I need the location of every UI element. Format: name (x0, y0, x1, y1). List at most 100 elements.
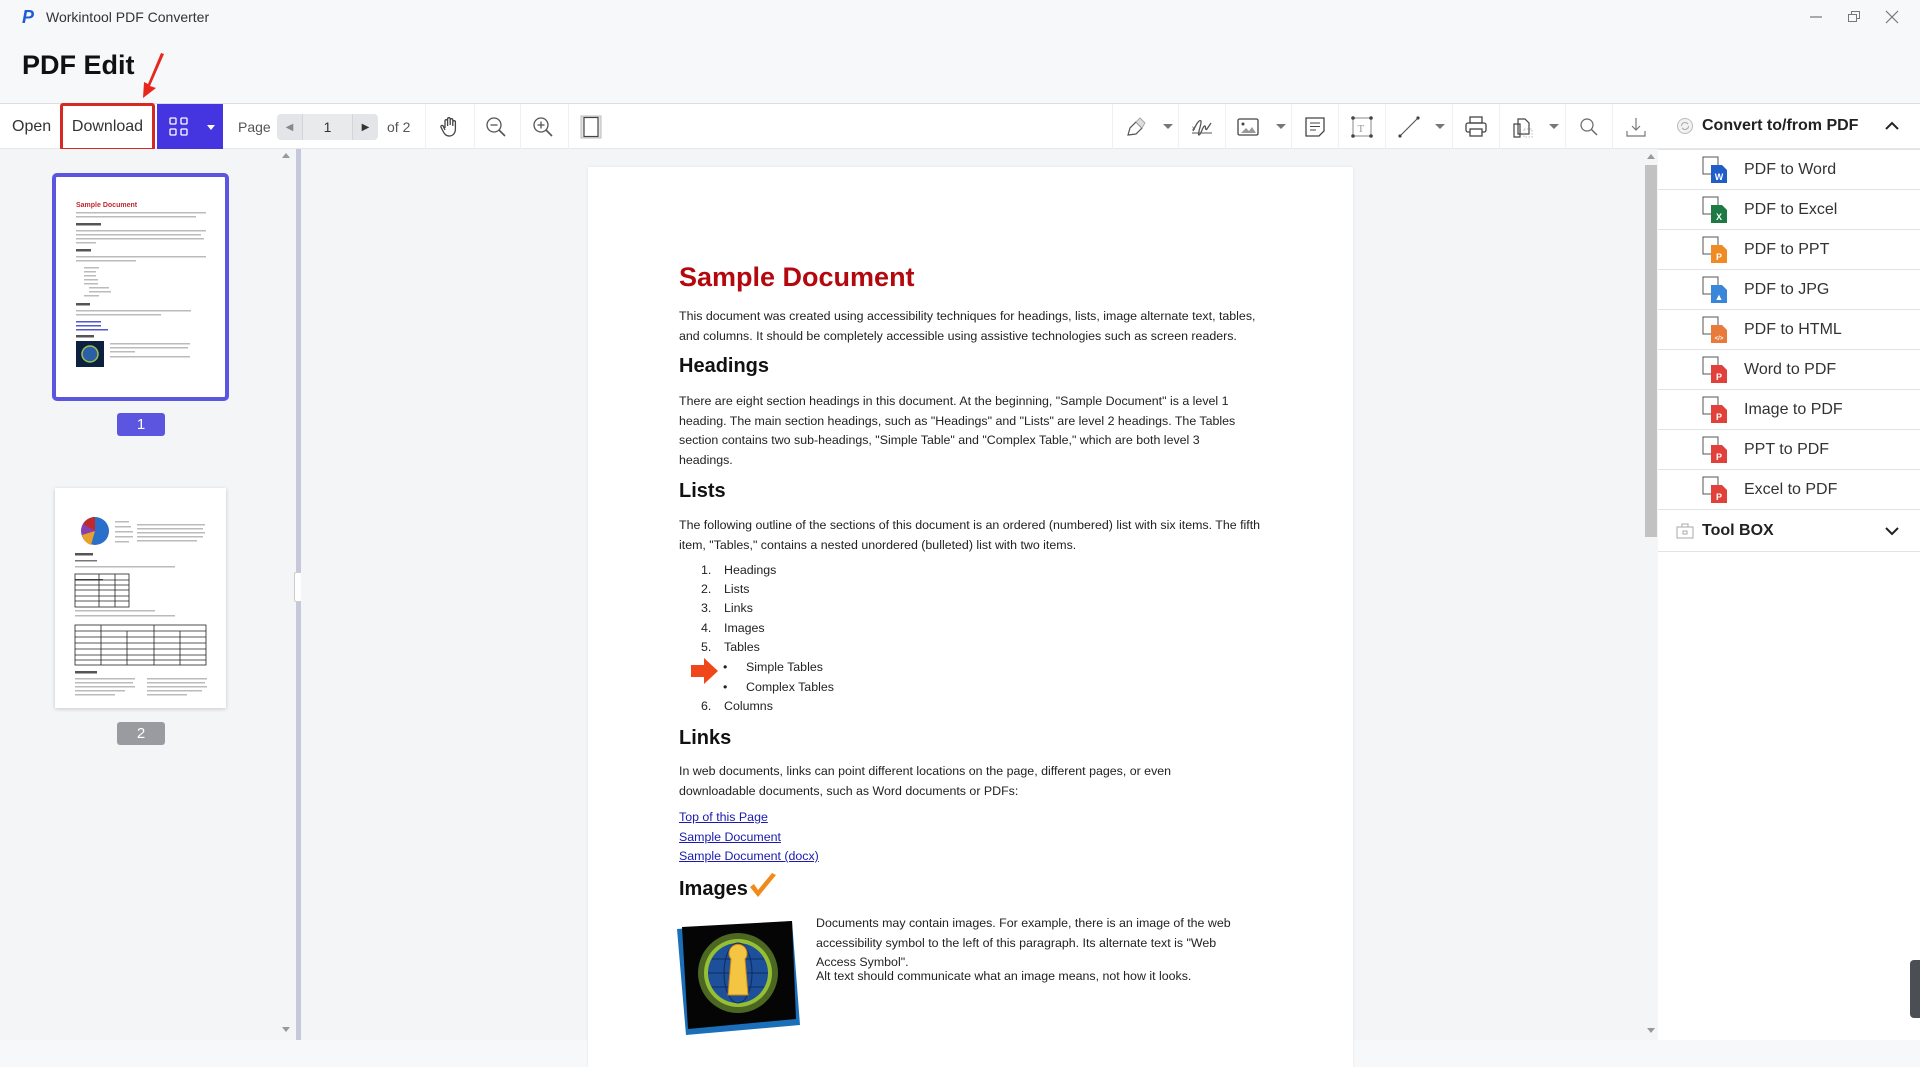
extract-pages-dropdown-icon[interactable] (1549, 124, 1559, 129)
link-sample-document-docx[interactable]: Sample Document (docx) (679, 849, 819, 863)
list-item-number: 5. (701, 640, 712, 654)
document-scrollbar-thumb[interactable] (1645, 165, 1657, 537)
link-sample-document[interactable]: Sample Document (679, 830, 781, 844)
view-mode-button[interactable] (157, 104, 223, 150)
annotation-arrow-icon (143, 53, 164, 98)
document-title: Sample Document (679, 262, 915, 292)
bullet-icon: • (723, 680, 728, 694)
intro-paragraph: This document was created using accessib… (679, 309, 1256, 343)
grid-icon (169, 117, 188, 136)
bullet-icon: • (723, 660, 728, 674)
word-to-pdf-icon: P (1702, 356, 1727, 383)
convert-item[interactable]: P Word to PDF (1658, 350, 1920, 390)
sidebar-scrollbar[interactable] (280, 149, 292, 1040)
convert-item-label: PDF to Word (1744, 160, 1837, 178)
title-bar: P Workintool PDF Converter (0, 0, 1920, 34)
page-thumbnail-2[interactable] (55, 488, 226, 708)
convert-item[interactable]: </> PDF to HTML (1658, 310, 1920, 350)
annotation-arrow-right-icon (691, 658, 718, 684)
pdf-to-html-icon: </> (1702, 316, 1727, 343)
scroll-down-icon[interactable] (282, 1027, 290, 1032)
zoom-in-icon[interactable] (531, 115, 555, 139)
scroll-down-icon[interactable] (1647, 1028, 1655, 1033)
section-heading-lists: Lists (679, 480, 726, 502)
convert-item-label: Excel to PDF (1744, 480, 1838, 498)
list-item-number: 1. (701, 563, 712, 577)
toolbar: Open Download Page ◀ ▶ of 2 x T (0, 103, 1920, 151)
ppt-to-pdf-icon: P (1702, 436, 1727, 463)
convert-item-label: PDF to HTML (1744, 320, 1842, 338)
page-badge-2[interactable]: 2 (117, 722, 165, 745)
page-badge-1[interactable]: 1 (117, 413, 165, 436)
convert-item-label: Word to PDF (1744, 360, 1837, 378)
link-top-of-page[interactable]: Top of this Page (679, 810, 768, 824)
pdf-page: Sample Document This document was create… (588, 167, 1353, 1067)
open-button[interactable]: Open (12, 104, 51, 150)
extract-pages-icon[interactable] (1510, 115, 1534, 139)
svg-text:x: x (1192, 126, 1195, 132)
zoom-out-icon[interactable] (484, 115, 508, 139)
comment-icon[interactable] (1303, 115, 1327, 139)
next-page-button[interactable]: ▶ (353, 114, 378, 140)
single-page-view-icon[interactable] (579, 115, 603, 139)
image-to-pdf-icon: P (1702, 396, 1727, 423)
view-mode-caret-icon[interactable] (207, 125, 215, 130)
headings-paragraph: There are eight section headings in this… (679, 394, 1236, 467)
highlight-icon[interactable] (1124, 115, 1148, 139)
hand-tool-icon[interactable] (438, 115, 462, 139)
convert-item[interactable]: X PDF to Excel (1658, 190, 1920, 230)
prev-page-button[interactable]: ◀ (277, 114, 302, 140)
line-tool-dropdown-icon[interactable] (1435, 124, 1445, 129)
signature-icon[interactable]: x (1190, 115, 1214, 139)
convert-item[interactable]: P Image to PDF (1658, 390, 1920, 430)
convert-item[interactable]: P PDF to PPT (1658, 230, 1920, 270)
page-label: Page (238, 119, 271, 135)
svg-text:</>: </> (1715, 336, 1724, 342)
toolbox-section-header[interactable]: Tool BOX (1658, 510, 1920, 552)
pdf-to-word-icon: W (1702, 156, 1727, 183)
text-box-icon[interactable]: T (1350, 115, 1374, 139)
list-item-number: 3. (701, 601, 712, 615)
page-thumbnail-1[interactable]: Sample Document (52, 173, 229, 401)
restore-button[interactable] (1834, 4, 1874, 30)
nested-list-item: Simple Tables (746, 660, 823, 674)
search-icon[interactable] (1577, 115, 1601, 139)
links-paragraph: In web documents, links can point differ… (679, 764, 1172, 798)
web-access-symbol-image (677, 921, 800, 1035)
thumbnail-title: Sample Document (76, 202, 138, 209)
restore-icon (1848, 11, 1860, 22)
chevron-down-icon[interactable] (1884, 526, 1900, 536)
close-button[interactable] (1872, 4, 1912, 30)
convert-item[interactable]: P PPT to PDF (1658, 430, 1920, 470)
section-heading-links: Links (679, 727, 732, 749)
thumbnail-preview (74, 517, 207, 696)
svg-text:T: T (1358, 123, 1365, 135)
convert-item[interactable]: P Excel to PDF (1658, 470, 1920, 510)
svg-text:P: P (1716, 452, 1722, 462)
highlight-dropdown-icon[interactable] (1163, 124, 1173, 129)
app-title: Workintool PDF Converter (46, 9, 210, 25)
page-title: PDF Edit (22, 50, 135, 80)
page-number-input[interactable] (302, 114, 353, 140)
svg-text:▲: ▲ (1715, 292, 1724, 302)
svg-text:P: P (1716, 412, 1722, 422)
scroll-up-icon[interactable] (1647, 154, 1655, 159)
insert-image-icon[interactable] (1236, 115, 1260, 139)
convert-item-label: PDF to Excel (1744, 200, 1838, 218)
convert-item[interactable]: ▲ PDF to JPG (1658, 270, 1920, 310)
download-button[interactable]: Download (60, 103, 155, 151)
line-tool-icon[interactable] (1397, 115, 1421, 139)
pdf-to-excel-icon: X (1702, 196, 1727, 223)
svg-text:W: W (1715, 172, 1724, 182)
convert-item[interactable]: W PDF to Word (1658, 150, 1920, 190)
convert-section-title: Convert to/from PDF (1702, 117, 1859, 134)
insert-image-dropdown-icon[interactable] (1276, 124, 1286, 129)
print-icon[interactable] (1464, 115, 1488, 139)
download-save-icon[interactable] (1624, 115, 1648, 139)
minimize-button[interactable] (1796, 4, 1836, 30)
chevron-up-icon[interactable] (1884, 121, 1900, 131)
scroll-up-icon[interactable] (282, 153, 290, 158)
side-widget-handle[interactable] (1910, 960, 1920, 1018)
lists-paragraph: The following outline of the sections of… (679, 518, 1261, 552)
convert-section-header[interactable]: Convert to/from PDF (1658, 103, 1920, 149)
